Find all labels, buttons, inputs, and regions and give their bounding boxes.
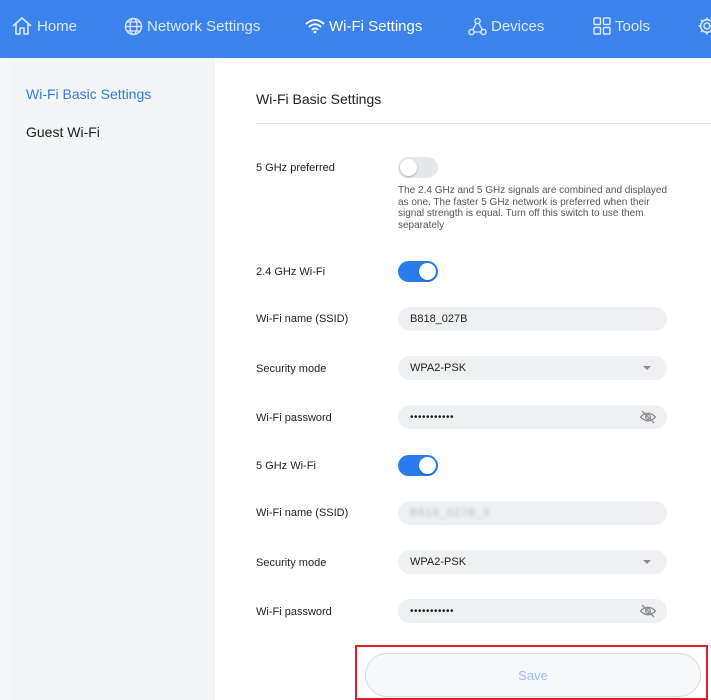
- 5ghz-password-input[interactable]: •••••••••••: [398, 599, 667, 623]
- 5ghz-password-label: Wi-Fi password: [256, 606, 332, 618]
- nav-network-settings-label: Network Settings: [147, 17, 261, 35]
- sidebar-item-guest-wifi[interactable]: Guest Wi-Fi: [26, 124, 100, 140]
- 2-4ghz-wifi-toggle[interactable]: [398, 261, 438, 282]
- 2-4ghz-password-value: •••••••••••: [410, 411, 455, 423]
- wifi-icon: [305, 18, 325, 34]
- chevron-down-icon: [643, 366, 651, 370]
- 5ghz-security-mode-label: Security mode: [256, 557, 327, 569]
- globe-icon: [124, 17, 143, 36]
- 2-4ghz-password-input[interactable]: •••••••••••: [398, 405, 667, 429]
- 2-4ghz-security-mode-value: WPA2-PSK: [410, 362, 467, 374]
- sidebar-item-wifi-basic-settings[interactable]: Wi-Fi Basic Settings: [26, 86, 151, 102]
- toggle-knob: [400, 159, 417, 176]
- nav-home[interactable]: Home: [11, 0, 77, 52]
- nav-home-label: Home: [37, 17, 78, 35]
- 5ghz-preferred-label: 5 GHz preferred: [256, 162, 335, 174]
- 2-4ghz-security-mode-label: Security mode: [256, 363, 327, 375]
- 5ghz-ssid-input[interactable]: B818_027B_5: [398, 501, 667, 525]
- gear-icon: [697, 16, 711, 36]
- page-title: Wi-Fi Basic Settings: [256, 91, 382, 107]
- 5ghz-wifi-label: 5 GHz Wi-Fi: [256, 460, 316, 472]
- 5ghz-security-mode-select[interactable]: WPA2-PSK: [398, 550, 667, 574]
- sidebar: Wi-Fi Basic Settings Guest Wi-Fi: [10, 58, 215, 700]
- main-panel: Wi-Fi Basic Settings 5 GHz preferred The…: [215, 58, 711, 700]
- nav-network-settings[interactable]: Network Settings: [124, 0, 260, 52]
- 5ghz-security-mode-value: WPA2-PSK: [410, 556, 467, 568]
- save-button[interactable]: Save: [365, 653, 701, 697]
- nav-tools[interactable]: Tools: [593, 0, 650, 52]
- 2-4ghz-password-label: Wi-Fi password: [256, 412, 332, 424]
- 5ghz-ssid-value: B818_027B_5: [410, 507, 491, 519]
- eye-hidden-icon[interactable]: [639, 409, 657, 428]
- devices-icon: [468, 17, 487, 36]
- chevron-down-icon: [643, 560, 651, 564]
- toggle-knob: [419, 457, 436, 474]
- divider: [256, 123, 711, 124]
- nav-wifi-settings[interactable]: Wi-Fi Settings: [305, 0, 422, 52]
- 2-4ghz-wifi-label: 2.4 GHz Wi-Fi: [256, 266, 326, 278]
- 5ghz-wifi-toggle[interactable]: [398, 455, 438, 476]
- home-icon: [11, 16, 33, 36]
- nav-settings[interactable]: [697, 0, 711, 52]
- 5ghz-ssid-label: Wi-Fi name (SSID): [256, 507, 349, 519]
- eye-hidden-icon[interactable]: [639, 603, 657, 622]
- 2-4ghz-ssid-label: Wi-Fi name (SSID): [256, 313, 349, 325]
- 2-4ghz-security-mode-select[interactable]: WPA2-PSK: [398, 356, 667, 380]
- 5ghz-preferred-toggle[interactable]: [398, 157, 438, 178]
- top-navigation-bar: Home Network Settings Wi-Fi Settings Dev…: [0, 0, 711, 58]
- nav-devices[interactable]: Devices: [468, 0, 544, 52]
- nav-devices-label: Devices: [491, 17, 545, 35]
- 2-4ghz-ssid-value: B818_027B: [410, 313, 468, 325]
- 2-4ghz-ssid-input[interactable]: B818_027B: [398, 307, 667, 331]
- toggle-knob: [419, 263, 436, 280]
- tools-icon: [593, 17, 611, 35]
- nav-wifi-settings-label: Wi-Fi Settings: [329, 17, 423, 35]
- nav-tools-label: Tools: [615, 17, 651, 35]
- 5ghz-password-value: •••••••••••: [410, 605, 455, 617]
- 5ghz-preferred-description: The 2.4 GHz and 5 GHz signals are combin…: [398, 185, 668, 231]
